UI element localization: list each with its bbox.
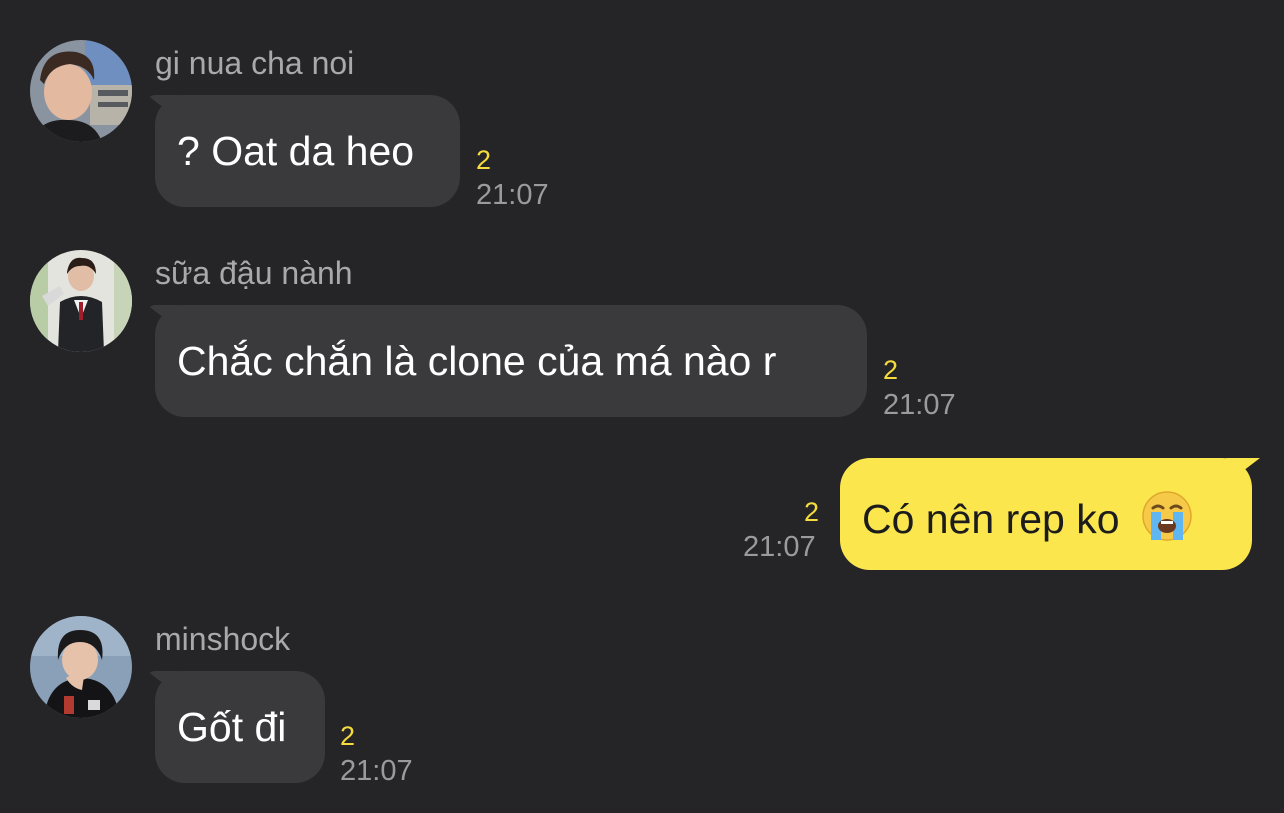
unread-count: 2 (476, 145, 492, 175)
sender-name: sữa đậu nành (155, 255, 353, 291)
profile-photo-icon (30, 250, 132, 352)
message-timestamp: 21:07 (883, 389, 956, 421)
unread-count: 2 (340, 721, 356, 751)
message-timestamp: 21:07 (743, 531, 816, 563)
message-bubble[interactable]: Chắc chắn là clone của má nào r (155, 305, 867, 417)
message-timestamp: 21:07 (476, 179, 549, 211)
message-text: Gốt đi (177, 704, 287, 750)
loudly-crying-face-icon (1142, 491, 1192, 541)
message-text: ? Oat da heo (177, 128, 415, 174)
chat-message-list: gi nua cha noi ? Oat da heo 2 21:07 sữa … (0, 0, 1284, 813)
profile-photo-icon (30, 40, 132, 142)
unread-count: 2 (883, 355, 899, 385)
message-timestamp: 21:07 (340, 755, 413, 787)
avatar-minshock[interactable] (30, 616, 132, 718)
message-text: Có nên rep ko (862, 496, 1120, 542)
sender-name: gi nua cha noi (155, 45, 355, 81)
unread-count: 2 (804, 497, 820, 527)
profile-photo-icon (30, 616, 132, 718)
message-text: Chắc chắn là clone của má nào r (177, 338, 777, 384)
sender-name: minshock (155, 621, 291, 657)
message-bubble-outgoing[interactable]: Có nên rep ko (840, 458, 1252, 570)
message-bubble[interactable]: ? Oat da heo (155, 95, 460, 207)
message-bubble[interactable]: Gốt đi (155, 671, 325, 783)
avatar-gi-nua-cha-noi[interactable] (30, 40, 132, 142)
avatar-sua-dau-nanh[interactable] (30, 250, 132, 352)
